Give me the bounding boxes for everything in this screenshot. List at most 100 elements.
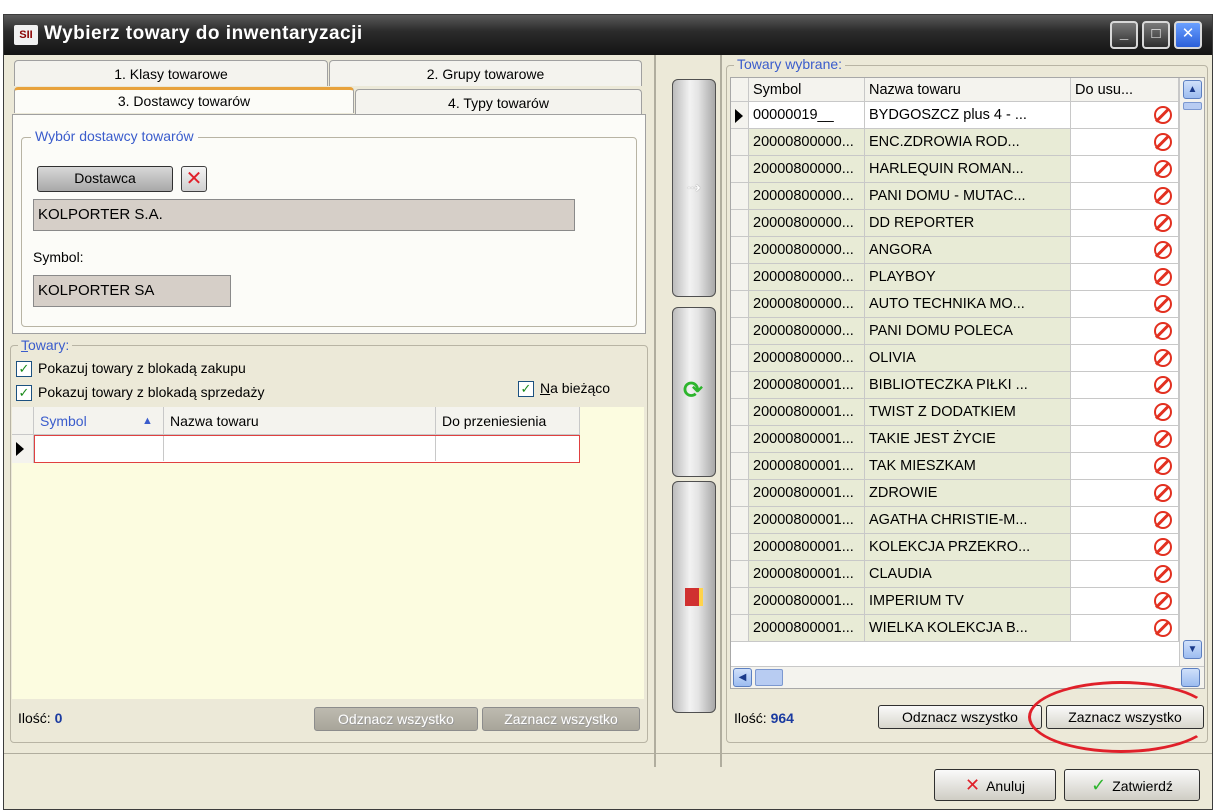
table-row[interactable]: 20000800000... PANI DOMU POLECA [731, 318, 1179, 345]
remove-cell[interactable] [1071, 453, 1179, 480]
goods-unselect-all-button[interactable]: Odznacz wszystko [314, 707, 478, 731]
remove-icon[interactable] [1154, 538, 1172, 556]
remove-icon[interactable] [1154, 241, 1172, 259]
tab-product-classes[interactable]: 1. Klasy towarowe [14, 60, 328, 86]
minimize-button[interactable]: _ [1110, 21, 1138, 49]
table-row[interactable]: 20000800001... IMPERIUM TV [731, 588, 1179, 615]
selected-goods-grid[interactable]: Symbol Nazwa towaru Do usu... 00000019__… [730, 77, 1205, 689]
remove-cell[interactable] [1071, 399, 1179, 426]
remove-icon[interactable] [1154, 349, 1172, 367]
table-row[interactable]: 20000800000... OLIVIA [731, 345, 1179, 372]
remove-icon[interactable] [1154, 214, 1172, 232]
table-row[interactable]: 20000800001... BIBLIOTECZKA PIŁKI ... [731, 372, 1179, 399]
remove-cell[interactable] [1071, 426, 1179, 453]
table-row[interactable]: 20000800000... PANI DOMU - MUTAC... [731, 183, 1179, 210]
remove-cell[interactable] [1071, 210, 1179, 237]
remove-icon[interactable] [1154, 403, 1172, 421]
remove-cell[interactable] [1071, 291, 1179, 318]
table-row[interactable]: 20000800001... TAKIE JEST ŻYCIE [731, 426, 1179, 453]
column-header-name[interactable]: Nazwa towaru [865, 78, 1071, 102]
column-header-symbol[interactable]: Symbol [749, 78, 865, 102]
goods-select-all-button[interactable]: Zaznacz wszystko [482, 707, 640, 731]
table-row[interactable]: 20000800000... ENC.ZDROWIA ROD... [731, 129, 1179, 156]
remove-cell[interactable] [1071, 507, 1179, 534]
scroll-right-icon[interactable] [1181, 668, 1200, 687]
remove-icon[interactable] [1154, 322, 1172, 340]
tab-suppliers[interactable]: 3. Dostawcy towarów [14, 87, 354, 113]
remove-cell[interactable] [1071, 264, 1179, 291]
refresh-button[interactable]: ⟳ [672, 307, 716, 477]
row-indicator [731, 561, 749, 588]
tab-product-types[interactable]: 4. Typy towarów [355, 89, 642, 115]
name-cell: AGATHA CHRISTIE-M... [865, 507, 1071, 534]
table-row[interactable]: 20000800001... KOLEKCJA PRZEKRO... [731, 534, 1179, 561]
remove-icon[interactable] [1154, 376, 1172, 394]
scroll-up-icon[interactable]: ▲ [1183, 80, 1202, 99]
move-selected-button[interactable]: ⇢ [672, 79, 716, 297]
remove-cell[interactable] [1071, 183, 1179, 210]
title-bar[interactable]: SII Wybierz towary do inwentaryzacji _ □… [4, 15, 1212, 55]
scroll-left-icon[interactable]: ◀ [733, 668, 752, 687]
column-header-name[interactable]: Nazwa towaru [164, 407, 436, 435]
remove-cell[interactable] [1071, 588, 1179, 615]
purchase-block-checkbox[interactable]: ✓ [16, 361, 32, 377]
cancel-button[interactable]: ✕ Anuluj [934, 769, 1056, 801]
tab-product-groups[interactable]: 2. Grupy towarowe [329, 60, 642, 86]
table-row[interactable]: 20000800001... TWIST Z DODATKIEM [731, 399, 1179, 426]
remove-icon[interactable] [1154, 565, 1172, 583]
remove-cell[interactable] [1071, 480, 1179, 507]
supplier-button[interactable]: Dostawca [37, 166, 173, 192]
scroll-down-icon[interactable]: ▼ [1183, 640, 1202, 659]
table-row[interactable]: 20000800001... AGATHA CHRISTIE-M... [731, 507, 1179, 534]
remove-cell[interactable] [1071, 102, 1179, 129]
table-row[interactable]: 20000800000... DD REPORTER [731, 210, 1179, 237]
scroll-thumb-horizontal[interactable] [755, 669, 783, 686]
confirm-button[interactable]: ✓ Zatwierdź [1064, 769, 1200, 801]
remove-cell[interactable] [1071, 372, 1179, 399]
column-header-transfer[interactable]: Do przeniesienia [436, 407, 580, 435]
goods-grid[interactable]: Symbol ▲ Nazwa towaru Do przeniesienia [12, 407, 644, 699]
remove-icon[interactable] [1154, 187, 1172, 205]
table-row[interactable]: 20000800000... PLAYBOY [731, 264, 1179, 291]
sale-block-checkbox[interactable]: ✓ [16, 385, 32, 401]
remove-icon[interactable] [1154, 106, 1172, 124]
remove-icon[interactable] [1154, 511, 1172, 529]
remove-icon[interactable] [1154, 295, 1172, 313]
maximize-button[interactable]: □ [1142, 21, 1170, 49]
remove-cell[interactable] [1071, 237, 1179, 264]
remove-icon[interactable] [1154, 133, 1172, 151]
remove-cell[interactable] [1071, 534, 1179, 561]
table-row[interactable]: 20000800001... CLAUDIA [731, 561, 1179, 588]
close-button[interactable]: ✕ [1174, 21, 1202, 49]
table-row[interactable]: 20000800001... TAK MIESZKAM [731, 453, 1179, 480]
column-header-remove[interactable]: Do usu... [1071, 78, 1179, 102]
move-back-button[interactable] [672, 481, 716, 713]
remove-icon[interactable] [1154, 160, 1172, 178]
remove-cell[interactable] [1071, 156, 1179, 183]
table-row[interactable]: 20000800001... WIELKA KOLEKCJA B... [731, 615, 1179, 642]
table-row[interactable]: 20000800000... ANGORA [731, 237, 1179, 264]
remove-icon[interactable] [1154, 619, 1172, 637]
tab-label: 1. Klasy towarowe [114, 66, 228, 82]
vertical-scrollbar[interactable]: ▲ ▼ [1179, 78, 1204, 666]
scroll-thumb[interactable] [1183, 102, 1202, 110]
remove-cell[interactable] [1071, 561, 1179, 588]
clear-supplier-button[interactable]: ✕ [181, 166, 207, 192]
remove-cell[interactable] [1071, 345, 1179, 372]
column-header-symbol[interactable]: Symbol ▲ [34, 407, 164, 435]
remove-icon[interactable] [1154, 457, 1172, 475]
remove-icon[interactable] [1154, 268, 1172, 286]
table-row[interactable]: 20000800000... HARLEQUIN ROMAN... [731, 156, 1179, 183]
table-row[interactable]: 20000800000... AUTO TECHNIKA MO... [731, 291, 1179, 318]
remove-cell[interactable] [1071, 318, 1179, 345]
remove-cell[interactable] [1071, 129, 1179, 156]
table-row[interactable]: 00000019__ BYDGOSZCZ plus 4 - ... [731, 102, 1179, 129]
remove-icon[interactable] [1154, 430, 1172, 448]
remove-icon[interactable] [1154, 592, 1172, 610]
remove-cell[interactable] [1071, 615, 1179, 642]
current-checkbox[interactable]: ✓ [518, 381, 534, 397]
table-row[interactable] [34, 435, 580, 463]
table-row[interactable]: 20000800001... ZDROWIE [731, 480, 1179, 507]
remove-icon[interactable] [1154, 484, 1172, 502]
selected-unselect-all-button[interactable]: Odznacz wszystko [878, 705, 1042, 729]
